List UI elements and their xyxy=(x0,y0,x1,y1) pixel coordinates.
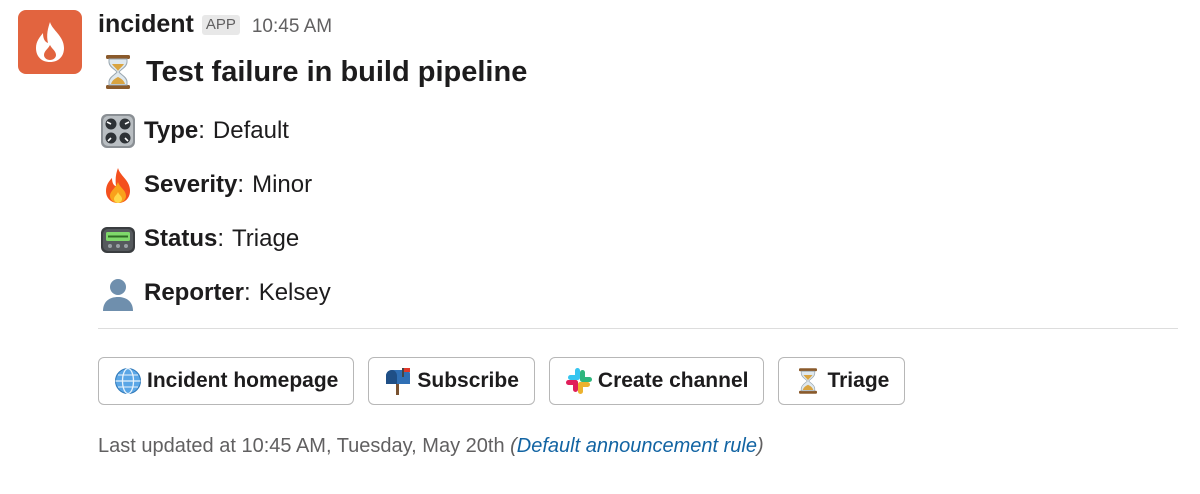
incident-fields: Type : Default Severity : Minor Status:… xyxy=(98,104,1178,320)
hourglass-icon xyxy=(106,55,130,89)
sender-name[interactable]: incident xyxy=(98,8,194,40)
incident-app-avatar[interactable] xyxy=(18,10,82,74)
user-silhouette-icon xyxy=(103,279,133,311)
action-buttons: Incident homepage Subscribe Create chann… xyxy=(98,357,1178,405)
field-reporter: Reporter : Kelsey xyxy=(98,266,1178,320)
incident-title: Test failure in build pipeline xyxy=(146,55,528,88)
triage-button[interactable]: Triage xyxy=(778,357,906,405)
message-header: incident APP 10:45 AM xyxy=(98,8,1178,40)
footer-open-paren: ( xyxy=(510,435,517,457)
field-label: Status xyxy=(144,225,218,252)
create-channel-button[interactable]: Create channel xyxy=(548,357,765,405)
field-separator: : xyxy=(237,171,245,198)
message-timestamp[interactable]: 10:45 AM xyxy=(252,11,332,43)
field-label: Reporter xyxy=(144,279,245,306)
last-updated-text: Last updated at 10:45 AM, Tuesday, May 2… xyxy=(98,435,511,457)
control-knobs-icon xyxy=(101,114,135,148)
button-label: Incident homepage xyxy=(147,369,339,392)
field-label: Type xyxy=(144,117,199,144)
button-label: Triage xyxy=(827,369,890,392)
footer-close-paren: ) xyxy=(756,435,764,457)
fire-icon xyxy=(106,168,130,203)
field-value: Kelsey xyxy=(258,279,331,306)
field-label: Severity xyxy=(144,171,238,198)
last-updated-footer: Last updated at 10:45 AM, Tuesday, May 2… xyxy=(98,435,1178,458)
pager-icon xyxy=(101,227,135,253)
announcement-rule-link[interactable]: Default announcement rule xyxy=(517,435,757,457)
button-label: Create channel xyxy=(597,369,749,392)
flame-logo-icon xyxy=(36,22,64,62)
message-content: incident APP 10:45 AM Test failure in bu… xyxy=(98,8,1178,458)
incident-title-row: Test failure in build pipeline xyxy=(98,54,1178,90)
field-separator: : xyxy=(198,117,205,144)
mailbox-icon xyxy=(386,368,411,395)
globe-icon xyxy=(115,367,141,395)
field-separator: : xyxy=(217,225,225,252)
app-badge: APP xyxy=(201,15,240,35)
hourglass-icon xyxy=(799,368,818,394)
field-severity: Severity : Minor xyxy=(98,158,1178,212)
slack-logo-icon xyxy=(565,368,592,394)
section-divider xyxy=(98,328,1178,329)
field-type: Type : Default xyxy=(98,104,1178,158)
incident-homepage-button[interactable]: Incident homepage xyxy=(98,357,355,405)
button-label: Subscribe xyxy=(417,369,519,392)
field-status: Status : Triage xyxy=(98,212,1178,266)
field-value: Triage xyxy=(232,225,300,252)
field-value: Default xyxy=(212,117,289,144)
field-value: Minor xyxy=(252,171,313,198)
subscribe-button[interactable]: Subscribe xyxy=(368,357,535,405)
field-separator: : xyxy=(244,279,251,306)
